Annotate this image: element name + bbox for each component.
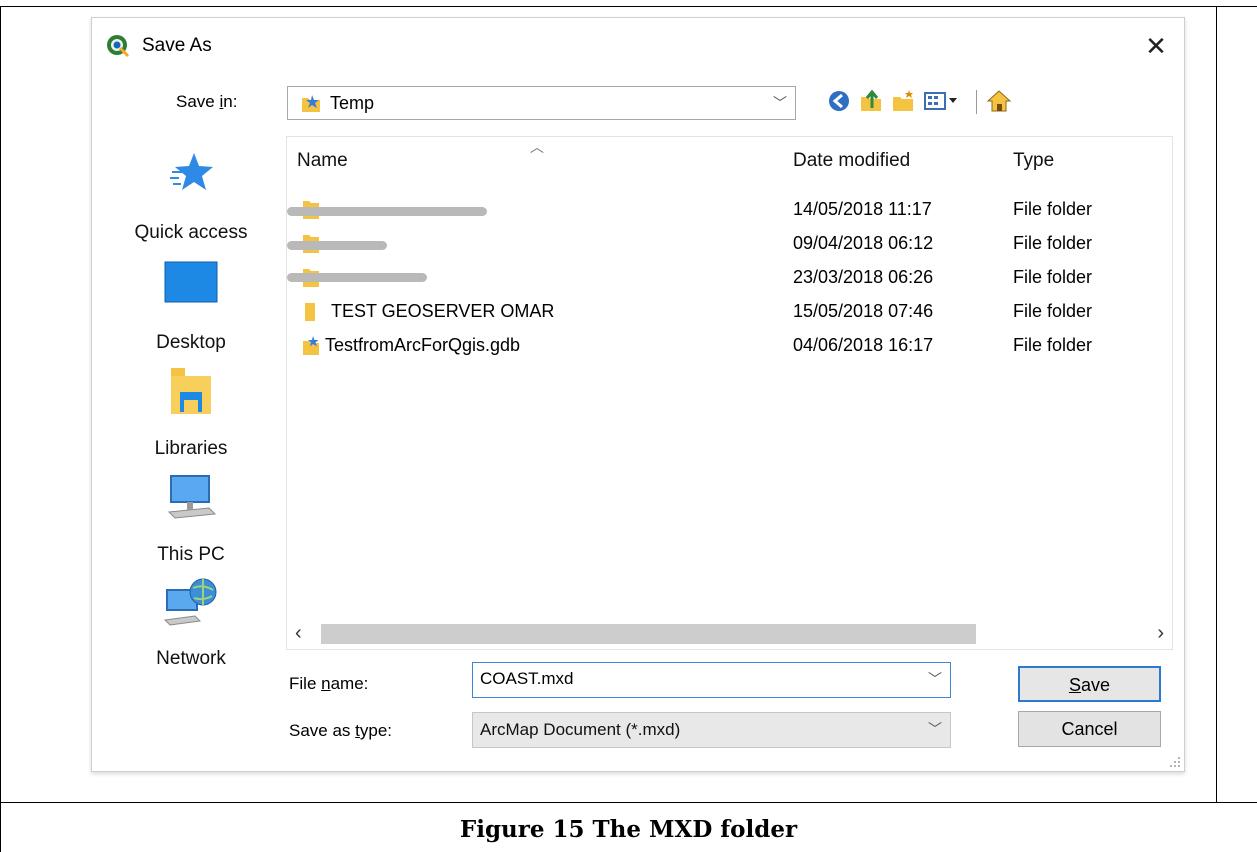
file-row[interactable]: TestfromArcForQgis.gdb 04/06/2018 16:17 … bbox=[287, 329, 1172, 363]
file-row[interactable]: 14/05/2018 11:17 File folder bbox=[287, 193, 1172, 227]
redaction-mark bbox=[287, 273, 427, 282]
cancel-button[interactable]: Cancel bbox=[1018, 711, 1161, 747]
close-button[interactable]: ✕ bbox=[1138, 28, 1174, 64]
file-date: 09/04/2018 06:12 bbox=[793, 233, 934, 253]
scroll-right-icon[interactable]: › bbox=[1157, 622, 1164, 645]
file-type: File folder bbox=[1013, 233, 1093, 253]
place-label: Quick access bbox=[134, 222, 248, 243]
chevron-down-icon[interactable]: ﹀ bbox=[773, 93, 787, 113]
close-icon: ✕ bbox=[1145, 31, 1167, 61]
file-type: File folder bbox=[1013, 267, 1093, 287]
redaction-mark bbox=[287, 241, 387, 250]
save-as-type-label: Save as type: bbox=[289, 721, 393, 740]
save-as-type-value: ArcMap Document (*.mxd) bbox=[480, 720, 681, 739]
file-name-input[interactable]: COAST.mxd ﹀ bbox=[472, 662, 951, 698]
special-folder-icon bbox=[302, 95, 320, 112]
new-folder-icon[interactable] bbox=[890, 88, 916, 114]
file-type: File folder bbox=[1013, 301, 1093, 321]
redaction-mark bbox=[287, 207, 487, 216]
figure-caption: Figure 15 The MXD folder bbox=[459, 816, 798, 843]
frame-divider-line bbox=[0, 802, 1257, 803]
chevron-down-icon[interactable]: ﹀ bbox=[928, 719, 942, 739]
place-label: Desktop bbox=[156, 332, 226, 353]
file-date: 15/05/2018 07:46 bbox=[793, 301, 934, 321]
file-row[interactable]: 23/03/2018 06:26 File folder bbox=[287, 261, 1172, 295]
frame-right-line bbox=[1216, 6, 1217, 802]
file-name-value[interactable]: COAST.mxd bbox=[480, 669, 574, 689]
save-button[interactable]: Save bbox=[1018, 666, 1161, 702]
sort-arrow-icon: ︿ bbox=[530, 139, 544, 155]
qgis-app-icon bbox=[107, 35, 130, 58]
save-as-dialog: Save As ✕ Save in: Temp ﹀ Quick access D… bbox=[91, 17, 1185, 772]
view-menu-icon[interactable] bbox=[922, 88, 962, 114]
frame-left-line bbox=[0, 6, 1, 852]
title-bar: Save As ✕ bbox=[92, 18, 1184, 76]
file-name: TEST GEOSERVER OMAR bbox=[331, 301, 555, 321]
save-in-value: Temp bbox=[330, 93, 375, 113]
save-in-label: Save in: bbox=[176, 92, 238, 111]
folder-icon bbox=[305, 303, 315, 321]
save-as-type-select[interactable]: ArcMap Document (*.mxd) ﹀ bbox=[472, 712, 951, 748]
column-header-type[interactable]: Type bbox=[1013, 150, 1054, 172]
frame-top-line bbox=[0, 6, 1257, 7]
computer-icon bbox=[167, 475, 217, 519]
toolbar-separator bbox=[976, 90, 977, 114]
dialog-title: Save As bbox=[142, 35, 212, 56]
place-label: This PC bbox=[157, 544, 225, 565]
up-folder-icon[interactable] bbox=[858, 88, 884, 114]
network-icon bbox=[163, 578, 217, 626]
geodatabase-folder-icon bbox=[303, 336, 319, 355]
scrollbar-thumb[interactable] bbox=[321, 624, 976, 644]
chevron-down-icon[interactable]: ﹀ bbox=[928, 669, 942, 689]
place-this-pc[interactable]: This PC bbox=[106, 472, 276, 572]
place-desktop[interactable]: Desktop bbox=[106, 260, 276, 360]
place-libraries[interactable]: Libraries bbox=[106, 366, 276, 466]
save-in-combo[interactable]: Temp ﹀ bbox=[287, 86, 796, 120]
file-row[interactable]: 09/04/2018 06:12 File folder bbox=[287, 227, 1172, 261]
resize-grip-icon[interactable] bbox=[1168, 755, 1182, 769]
file-name-label: File name: bbox=[289, 674, 369, 693]
back-icon[interactable] bbox=[826, 88, 852, 114]
file-name: TestfromArcForQgis.gdb bbox=[325, 335, 521, 355]
column-header-date[interactable]: Date modified bbox=[793, 150, 910, 172]
file-date: 23/03/2018 06:26 bbox=[793, 267, 934, 287]
file-type: File folder bbox=[1013, 199, 1093, 219]
libraries-icon bbox=[171, 368, 211, 414]
file-date: 04/06/2018 16:17 bbox=[793, 335, 934, 355]
file-list: ︿ Name Date modified Type 14/05/2018 11:… bbox=[286, 136, 1173, 650]
place-quick-access[interactable]: Quick access bbox=[106, 150, 276, 250]
place-network[interactable]: Network bbox=[106, 576, 276, 676]
file-row[interactable]: TEST GEOSERVER OMAR 15/05/2018 07:46 Fil… bbox=[287, 295, 1172, 329]
star-icon bbox=[170, 153, 213, 190]
column-header-name[interactable]: Name bbox=[297, 150, 348, 172]
home-icon[interactable] bbox=[986, 88, 1012, 114]
desktop-icon bbox=[164, 261, 218, 303]
horizontal-scrollbar[interactable]: ‹ › bbox=[287, 619, 1172, 649]
scroll-left-icon[interactable]: ‹ bbox=[295, 622, 302, 645]
file-date: 14/05/2018 11:17 bbox=[793, 199, 932, 219]
place-label: Libraries bbox=[154, 438, 228, 459]
place-label: Network bbox=[156, 648, 226, 669]
file-type: File folder bbox=[1013, 335, 1093, 355]
